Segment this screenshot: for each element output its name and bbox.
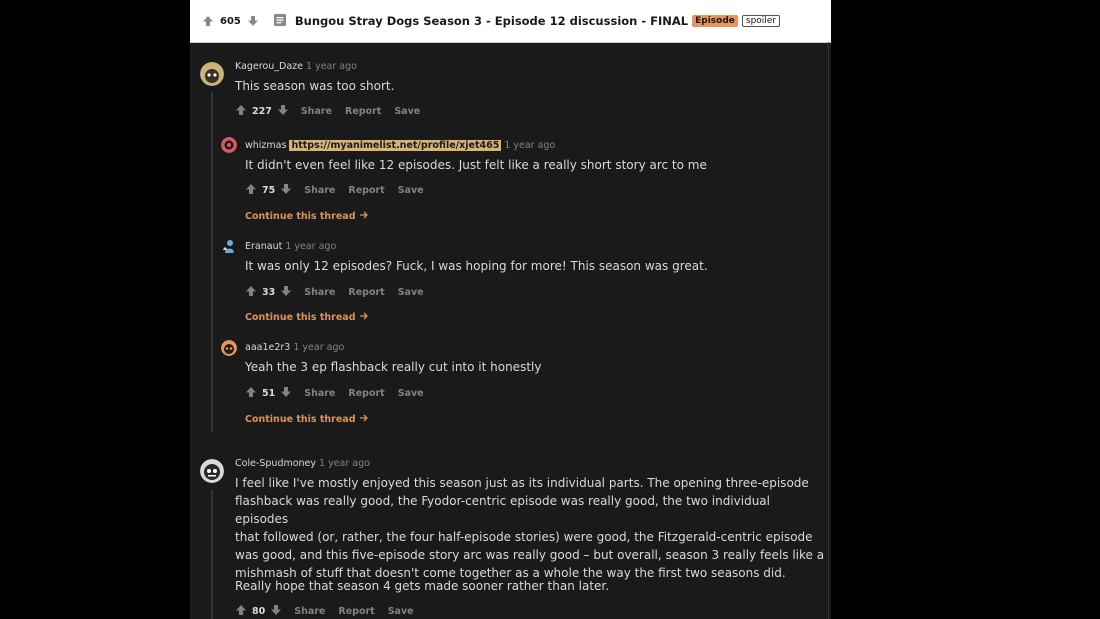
author-name[interactable]: Kagerou_Daze <box>235 61 303 72</box>
upvote-icon[interactable] <box>202 12 214 31</box>
arrow-right-icon <box>359 413 369 426</box>
share-button[interactable]: Share <box>304 287 335 298</box>
comments-panel: 605 Bungou Stray Dogs Season 3 - Episode… <box>190 0 831 619</box>
author-name[interactable]: Eranaut <box>245 241 282 252</box>
report-button[interactable]: Report <box>348 287 384 298</box>
comment-actions: 227 Share Report Save <box>235 104 420 119</box>
timestamp[interactable]: 1 year ago <box>319 458 370 469</box>
save-button[interactable]: Save <box>398 287 424 298</box>
comment-body-paragraph: Really hope that season 4 gets made soon… <box>235 579 610 593</box>
continue-thread-link[interactable]: Continue this thread <box>245 210 369 223</box>
timestamp[interactable]: 1 year ago <box>285 241 336 252</box>
comment-score: 75 <box>262 185 276 196</box>
timestamp[interactable]: 1 year ago <box>504 140 555 151</box>
user-flair: https://myanimelist.net/profile/xjet465 <box>289 140 502 151</box>
comment-actions: 51 Share Report Save <box>245 386 424 401</box>
author-name[interactable]: Cole-Spudmoney <box>235 458 316 469</box>
comment-body-line: flashback was really good, the Fyodor-ce… <box>235 494 770 526</box>
comment-score: 227 <box>252 106 272 117</box>
post-title[interactable]: Bungou Stray Dogs Season 3 - Episode 12 … <box>295 14 688 28</box>
comment-meta: Kagerou_Daze 1 year ago <box>235 61 357 72</box>
downvote-icon[interactable] <box>280 386 292 401</box>
comment-body-line: that followed (or, rather, the four half… <box>235 530 813 544</box>
comment-body: I feel like I've mostly enjoyed this sea… <box>235 474 825 582</box>
continue-thread-label[interactable]: Continue this thread <box>245 414 356 425</box>
comment-score: 80 <box>252 606 266 617</box>
comment-meta: Eranaut 1 year ago <box>245 241 336 252</box>
comment-body: It didn't even feel like 12 episodes. Ju… <box>245 158 707 172</box>
share-button[interactable]: Share <box>301 106 332 117</box>
upvote-icon[interactable] <box>245 285 257 300</box>
post-text-icon <box>273 12 287 31</box>
upvote-icon[interactable] <box>245 386 257 401</box>
continue-thread-link[interactable]: Continue this thread <box>245 413 369 426</box>
comment-meta: aaa1e2r3 1 year ago <box>245 342 344 353</box>
share-button[interactable]: Share <box>294 606 325 617</box>
avatar[interactable] <box>200 62 224 86</box>
comment-actions: 75 Share Report Save <box>245 183 424 198</box>
panel-divider <box>828 42 829 619</box>
report-button[interactable]: Report <box>348 185 384 196</box>
report-button[interactable]: Report <box>338 606 374 617</box>
continue-thread-link[interactable]: Continue this thread <box>245 311 369 324</box>
save-button[interactable]: Save <box>388 606 414 617</box>
thread-line[interactable] <box>211 92 213 432</box>
timestamp[interactable]: 1 year ago <box>293 342 344 353</box>
continue-thread-label[interactable]: Continue this thread <box>245 312 356 323</box>
timestamp[interactable]: 1 year ago <box>306 61 357 72</box>
arrow-right-icon <box>359 311 369 324</box>
report-button[interactable]: Report <box>345 106 381 117</box>
downvote-icon[interactable] <box>247 12 259 31</box>
comment-body: Yeah the 3 ep flashback really cut into … <box>245 360 542 374</box>
author-name[interactable]: whizmas <box>245 140 286 151</box>
share-button[interactable]: Share <box>304 185 335 196</box>
comment-score: 51 <box>262 388 276 399</box>
comment-body: It was only 12 episodes? Fuck, I was hop… <box>245 259 708 273</box>
downvote-icon[interactable] <box>280 285 292 300</box>
save-button[interactable]: Save <box>394 106 420 117</box>
avatar[interactable] <box>221 137 237 153</box>
post-header-bar: 605 Bungou Stray Dogs Season 3 - Episode… <box>190 0 831 43</box>
avatar[interactable] <box>200 459 224 483</box>
downvote-icon[interactable] <box>270 604 282 619</box>
arrow-right-icon <box>359 210 369 223</box>
author-name[interactable]: aaa1e2r3 <box>245 342 290 353</box>
post-flair-episode[interactable]: Episode <box>692 15 738 27</box>
post-score: 605 <box>220 15 241 27</box>
comment-body-line: I feel like I've mostly enjoyed this sea… <box>235 476 809 490</box>
downvote-icon[interactable] <box>280 183 292 198</box>
upvote-icon[interactable] <box>235 104 247 119</box>
downvote-icon[interactable] <box>277 104 289 119</box>
comment-meta: Cole-Spudmoney 1 year ago <box>235 458 370 469</box>
comment-actions: 33 Share Report Save <box>245 285 424 300</box>
comment-actions: 80 Share Report Save <box>235 604 414 619</box>
comment-body: This season was too short. <box>235 79 395 93</box>
report-button[interactable]: Report <box>348 388 384 399</box>
spoiler-tag: spoiler <box>741 15 781 27</box>
upvote-icon[interactable] <box>245 183 257 198</box>
continue-thread-label[interactable]: Continue this thread <box>245 211 356 222</box>
save-button[interactable]: Save <box>398 388 424 399</box>
comment-score: 33 <box>262 287 276 298</box>
save-button[interactable]: Save <box>398 185 424 196</box>
comment-body-line: was good, and this five-episode story ar… <box>235 548 825 562</box>
upvote-icon[interactable] <box>235 604 247 619</box>
comment-meta: whizmas https://myanimelist.net/profile/x… <box>245 140 555 151</box>
avatar[interactable] <box>221 238 237 254</box>
thread-line[interactable] <box>211 490 213 619</box>
share-button[interactable]: Share <box>304 388 335 399</box>
avatar[interactable] <box>221 340 237 356</box>
